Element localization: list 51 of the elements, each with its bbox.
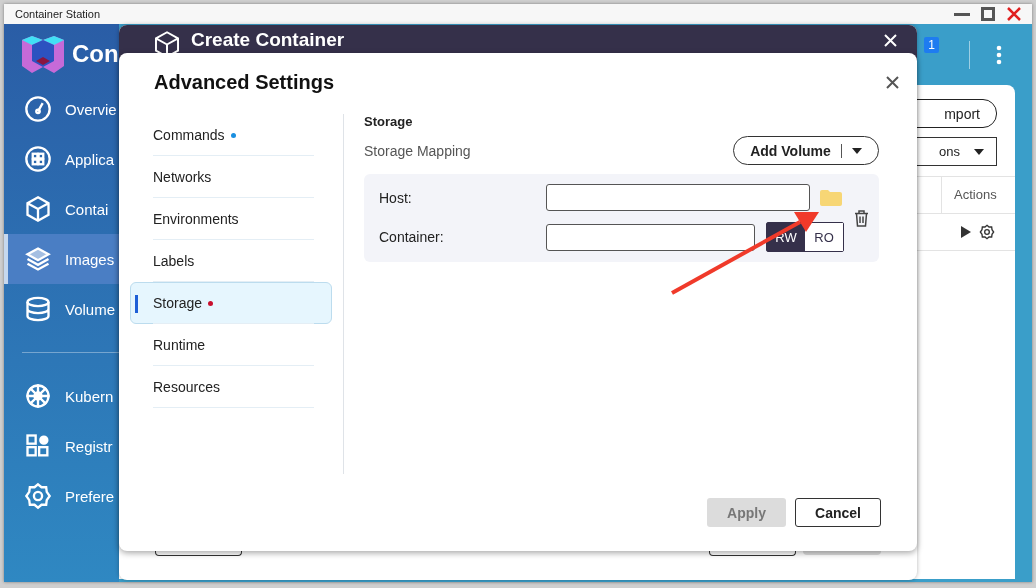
notification-badge: 1 [924, 36, 939, 53]
sidebar-item[interactable]: Kubern [4, 371, 119, 421]
host-input[interactable] [546, 184, 810, 211]
cancel-button[interactable]: Cancel [795, 498, 881, 527]
sidebar-item[interactable]: Registr [4, 421, 119, 471]
settings-icon[interactable] [979, 224, 995, 240]
caret-icon [851, 147, 862, 154]
sidebar-icon [24, 295, 52, 323]
settings-nav-item[interactable]: Storage [130, 282, 332, 324]
settings-nav-item[interactable]: Runtime [130, 324, 332, 366]
dialog-title: Create Container [191, 29, 346, 51]
column-header: Actions [941, 177, 997, 213]
play-icon[interactable] [961, 226, 971, 238]
add-volume-button[interactable]: Add Volume [733, 136, 879, 165]
sidebar-item[interactable]: Applica [4, 134, 119, 184]
section-title: Storage [364, 114, 414, 129]
container-label: Container: [379, 229, 445, 245]
close-icon [1007, 7, 1021, 21]
app-name: Con [72, 40, 119, 68]
maximize-icon [981, 7, 995, 21]
logo-icon [22, 35, 64, 73]
sidebar-icon [24, 482, 52, 510]
window-title: Container Station [15, 8, 101, 20]
mode-toggle[interactable]: RO [805, 223, 843, 251]
sidebar-icon [24, 195, 52, 223]
maximize-button[interactable] [978, 6, 998, 22]
close-icon [885, 76, 899, 89]
settings-nav-item[interactable]: Commands [130, 114, 332, 156]
dialog-title: Advanced Settings [154, 71, 336, 94]
trash-icon[interactable] [854, 209, 869, 227]
container-input[interactable] [546, 223, 755, 251]
settings-nav-item[interactable]: Networks [130, 156, 332, 198]
storage-mapping-label: Storage Mapping [364, 142, 471, 159]
sidebar-item[interactable]: Volume [4, 284, 119, 334]
sidebar-icon [24, 245, 52, 273]
minimize-icon [954, 12, 970, 16]
sidebar-item[interactable]: Prefere [4, 471, 119, 521]
settings-nav-item[interactable]: Environments [130, 198, 332, 240]
host-label: Host: [379, 189, 413, 206]
caret-icon [974, 148, 984, 155]
sidebar-icon [24, 145, 52, 173]
sidebar-icon [24, 382, 52, 410]
sidebar-item[interactable]: Overvie [4, 84, 119, 134]
sidebar-item[interactable]: Images [4, 234, 119, 284]
more-options-icon[interactable] [996, 44, 1002, 65]
settings-nav-item[interactable]: Labels [130, 240, 332, 282]
close-icon [883, 33, 897, 47]
sidebar-icon [24, 432, 52, 460]
sidebar-item[interactable]: Contai [4, 184, 119, 234]
settings-nav-item[interactable]: Resources [130, 366, 332, 408]
sidebar-icon [24, 95, 52, 123]
